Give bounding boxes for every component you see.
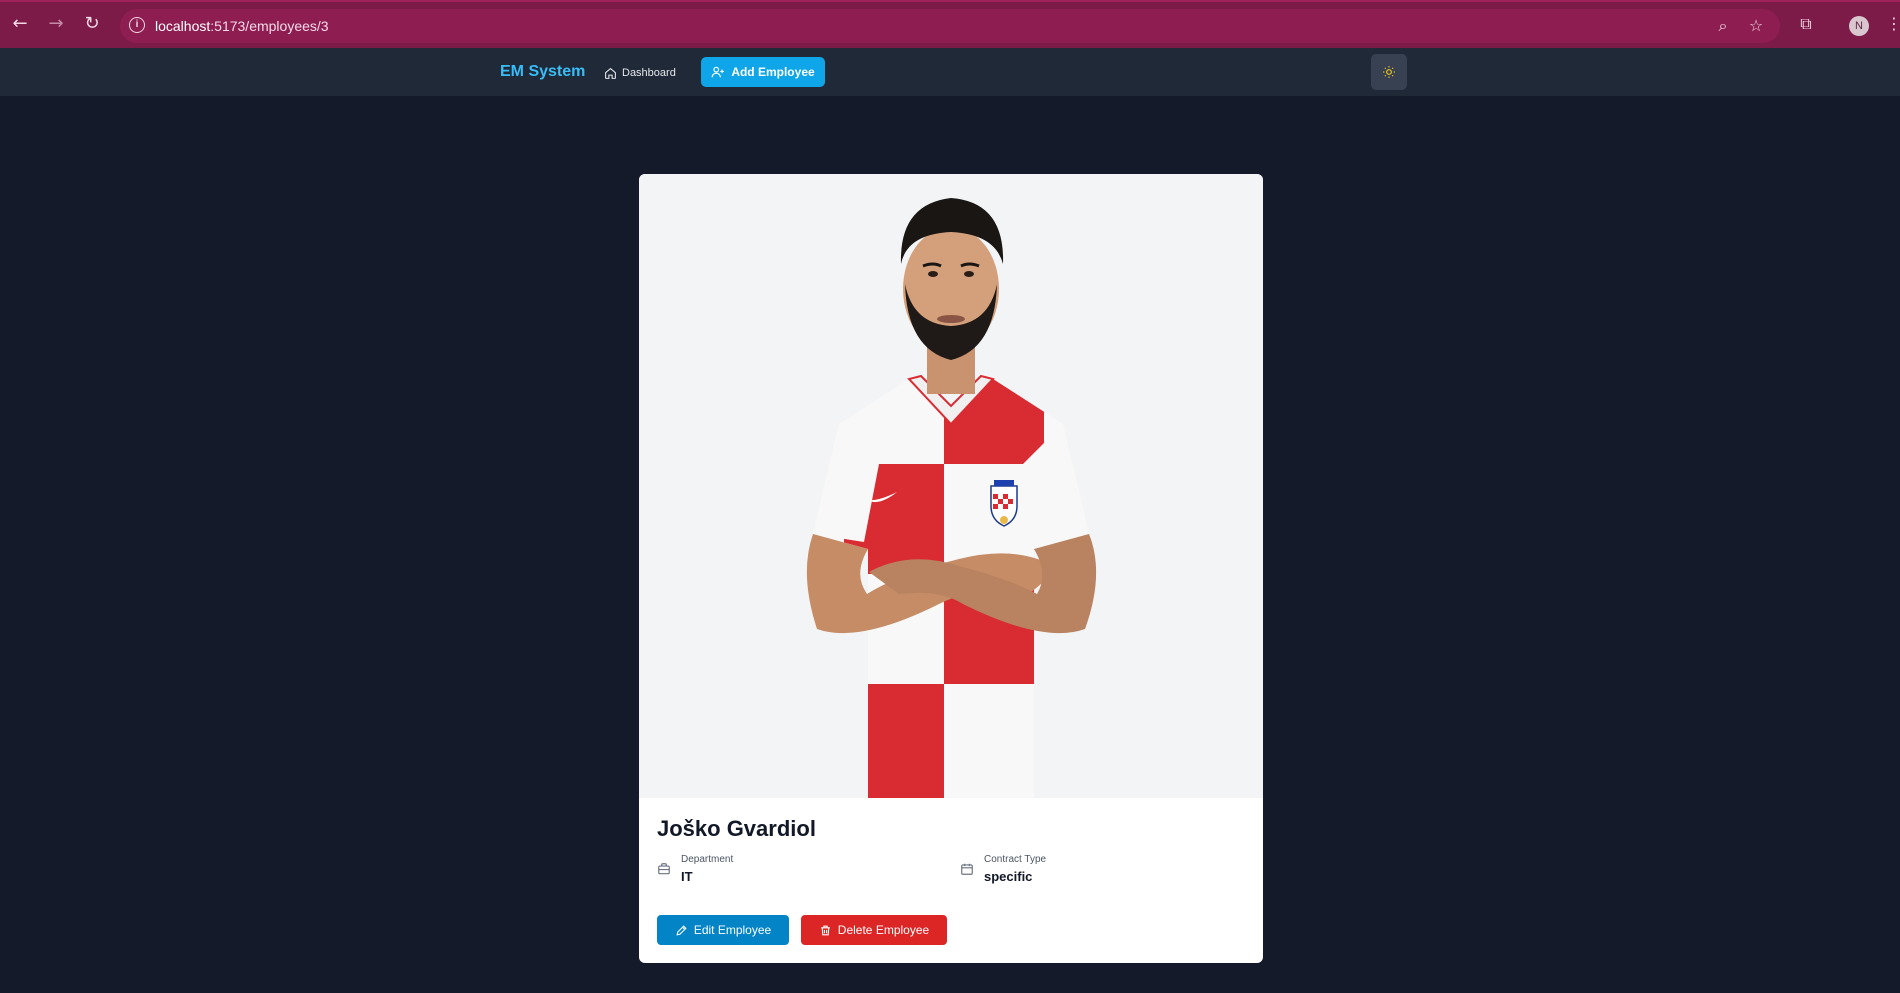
app-navbar: EM System Dashboard Add Employee	[0, 48, 1900, 96]
extensions-icon[interactable]: ⧉	[1795, 14, 1817, 36]
user-plus-icon	[711, 66, 725, 78]
briefcase-icon	[658, 863, 670, 875]
zoom-icon[interactable]: ⌕	[1712, 15, 1734, 37]
add-employee-label: Add Employee	[731, 65, 815, 79]
back-icon[interactable]: ←	[8, 12, 32, 36]
employee-photo	[639, 174, 1263, 798]
browser-menu-icon[interactable]: ⋮	[1886, 14, 1900, 33]
url-text[interactable]: localhost:5173/employees/3	[155, 18, 329, 34]
employee-name: Joško Gvardiol	[657, 816, 816, 841]
browser-toolbar: ← → ↻ i localhost:5173/employees/3 ⌕ ☆ ⧉…	[0, 0, 1900, 48]
add-employee-button[interactable]: Add Employee	[701, 57, 825, 87]
address-bar[interactable]: i localhost:5173/employees/3 ⌕ ☆	[120, 9, 1780, 43]
contract-type-label: Contract Type	[984, 854, 1047, 865]
edit-employee-button[interactable]: Edit Employee	[657, 915, 789, 945]
pencil-icon	[676, 924, 687, 936]
delete-employee-button[interactable]: Delete Employee	[801, 915, 947, 945]
forward-icon[interactable]: →	[44, 12, 68, 36]
contract-type-value: specific	[984, 869, 1033, 884]
calendar-icon	[961, 863, 973, 875]
home-icon	[605, 67, 616, 79]
delete-employee-label: Delete Employee	[837, 923, 930, 937]
trash-icon	[820, 925, 830, 935]
sun-icon	[1383, 66, 1395, 78]
dashboard-link[interactable]: Dashboard	[604, 64, 676, 82]
department-value: IT	[681, 869, 693, 884]
department-label: Department	[681, 854, 734, 865]
dashboard-label: Dashboard	[622, 67, 676, 79]
brand-logo-text[interactable]: EM System	[500, 63, 585, 81]
bookmark-star-icon[interactable]: ☆	[1745, 15, 1767, 37]
profile-avatar[interactable]: N	[1849, 16, 1869, 36]
site-info-icon[interactable]: i	[129, 17, 145, 33]
employee-card: Joško Gvardiol Department IT Contract Ty…	[639, 174, 1263, 963]
edit-employee-label: Edit Employee	[693, 923, 772, 937]
reload-icon[interactable]: ↻	[80, 12, 104, 36]
theme-toggle-button[interactable]	[1371, 54, 1407, 90]
